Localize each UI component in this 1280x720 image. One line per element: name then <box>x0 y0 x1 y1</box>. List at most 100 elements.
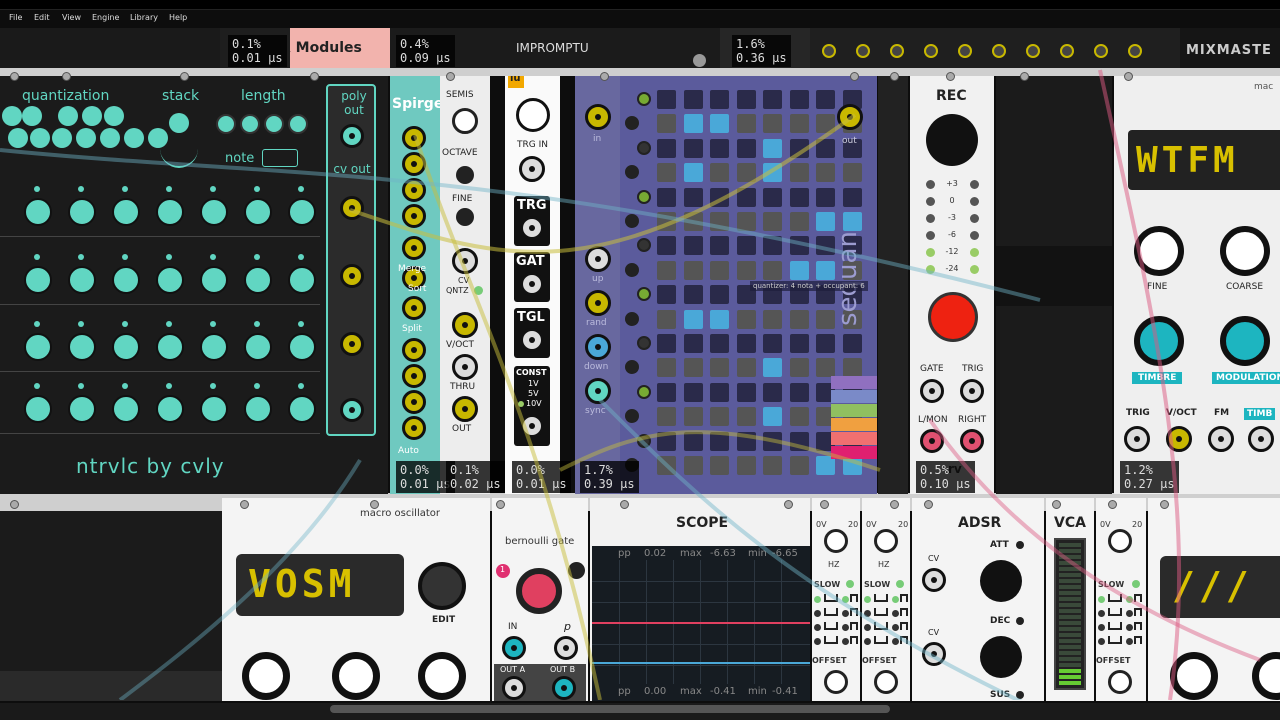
rec-level-knob[interactable] <box>926 114 978 166</box>
quantization-note-button[interactable] <box>100 128 120 148</box>
seq-step-cell[interactable] <box>710 138 729 158</box>
waveform-led[interactable] <box>1126 624 1133 631</box>
step-knob[interactable] <box>288 395 316 423</box>
quantization-note-button[interactable] <box>148 128 168 148</box>
quantization-note-button[interactable] <box>82 106 102 126</box>
seq-step-cell[interactable] <box>683 309 703 329</box>
seq-step-cell[interactable] <box>736 334 756 353</box>
wtfm-coarse-knob[interactable] <box>1220 226 1270 276</box>
seq-step-cell[interactable] <box>763 309 782 329</box>
seq-step-cell[interactable] <box>789 334 809 353</box>
seq-step-cell[interactable] <box>683 358 703 378</box>
seq-step-cell[interactable] <box>683 114 703 134</box>
mixer-channel-knob[interactable] <box>822 44 836 58</box>
seq-step-cell[interactable] <box>657 114 676 134</box>
mixer-channel-knob[interactable] <box>1026 44 1040 58</box>
waveform-led[interactable] <box>864 624 871 631</box>
seq-step-cell[interactable] <box>683 334 703 353</box>
spirge-jack[interactable] <box>402 152 426 176</box>
seq-step-cell[interactable] <box>842 358 862 378</box>
quant-out-jack[interactable] <box>452 396 478 422</box>
lfo2-offset-knob[interactable] <box>874 670 898 694</box>
waveform-led[interactable] <box>1098 638 1105 645</box>
seq-step-cell[interactable] <box>763 212 782 231</box>
menu-help[interactable]: Help <box>169 13 187 22</box>
seq-step-cell[interactable] <box>763 431 782 451</box>
spirge-jack[interactable] <box>402 416 426 440</box>
seq-step-cell[interactable] <box>763 358 782 378</box>
adsr-att-cv-jack[interactable] <box>922 568 946 592</box>
seq-step-cell[interactable] <box>736 358 756 378</box>
step-knob[interactable] <box>24 198 52 226</box>
horizontal-scrollbar[interactable] <box>0 703 1280 720</box>
quantization-note-button[interactable] <box>30 128 50 148</box>
step-knob[interactable] <box>244 266 272 294</box>
seq-step-cell[interactable] <box>736 456 756 475</box>
length-knob[interactable] <box>288 114 308 134</box>
menu-file[interactable]: File <box>9 13 22 22</box>
seq-in-jack[interactable] <box>585 104 611 130</box>
spirge-jack[interactable] <box>402 364 426 388</box>
bernoulli-p-jack[interactable] <box>554 636 578 660</box>
wtfm-fine-knob[interactable] <box>1134 226 1184 276</box>
step-knob[interactable] <box>112 333 140 361</box>
seq-step-cell[interactable] <box>816 187 835 207</box>
step-knob[interactable] <box>156 198 184 226</box>
seq-step-cell[interactable] <box>789 187 809 207</box>
seq-row-led[interactable] <box>637 238 651 253</box>
impromptu-knob[interactable] <box>693 54 706 67</box>
waveform-led[interactable] <box>1126 610 1133 617</box>
seq-step-cell[interactable] <box>816 114 835 134</box>
rec-right-jack[interactable] <box>960 429 984 453</box>
seq-step-cell[interactable] <box>789 114 809 134</box>
step-knob[interactable] <box>68 333 96 361</box>
seq-step-cell[interactable] <box>816 90 835 109</box>
seq-step-cell[interactable] <box>736 187 756 207</box>
seq-row-led[interactable] <box>637 384 651 399</box>
seq-step-cell[interactable] <box>763 138 782 158</box>
step-knob[interactable] <box>68 395 96 423</box>
seq-step-cell[interactable] <box>657 358 676 378</box>
adsr-dec-knob[interactable] <box>980 636 1022 678</box>
menu-view[interactable]: View <box>62 13 81 22</box>
seq-step-cell[interactable] <box>736 163 756 183</box>
seq-step-cell[interactable] <box>710 407 729 427</box>
seq-step-cell[interactable] <box>736 260 756 280</box>
seq-step-cell[interactable] <box>763 163 782 183</box>
waveform-led[interactable] <box>842 624 849 631</box>
bernoulli-probability-knob[interactable] <box>516 568 562 614</box>
macro-knob-2[interactable] <box>332 652 380 700</box>
seq-step-cell[interactable] <box>657 212 676 231</box>
seq-step-cell[interactable] <box>736 382 756 402</box>
waveform-led[interactable] <box>864 596 871 603</box>
seq-step-cell[interactable] <box>816 358 835 378</box>
length-knob[interactable] <box>264 114 284 134</box>
voct-jack[interactable] <box>452 312 478 338</box>
seq-row-led[interactable] <box>637 287 651 302</box>
cv-out-jack-4[interactable] <box>340 398 364 422</box>
menu-edit[interactable]: Edit <box>34 13 50 22</box>
waveform-led[interactable] <box>892 624 899 631</box>
seq-step-cell[interactable] <box>789 358 809 378</box>
step-knob[interactable] <box>68 198 96 226</box>
trg-button[interactable] <box>516 98 550 132</box>
seq-row-button[interactable] <box>625 165 639 180</box>
rec-gate-jack[interactable] <box>920 379 944 403</box>
seq-step-cell[interactable] <box>710 260 729 280</box>
step-knob[interactable] <box>200 198 228 226</box>
waveform-led[interactable] <box>864 610 871 617</box>
seq-step-cell[interactable] <box>657 334 676 353</box>
bernoulli-mode-button[interactable] <box>568 562 585 579</box>
step-knob[interactable] <box>156 333 184 361</box>
seq-step-cell[interactable] <box>789 212 809 231</box>
seq-step-cell[interactable] <box>763 114 782 134</box>
step-knob[interactable] <box>24 395 52 423</box>
seq-step-cell[interactable] <box>710 212 729 231</box>
seq-step-cell[interactable] <box>736 138 756 158</box>
seq-step-cell[interactable] <box>683 187 703 207</box>
seq-step-cell[interactable] <box>683 236 703 256</box>
step-knob[interactable] <box>200 266 228 294</box>
seq-step-cell[interactable] <box>789 260 809 280</box>
quantization-note-button[interactable] <box>52 128 72 148</box>
seq-step-cell[interactable] <box>763 334 782 353</box>
